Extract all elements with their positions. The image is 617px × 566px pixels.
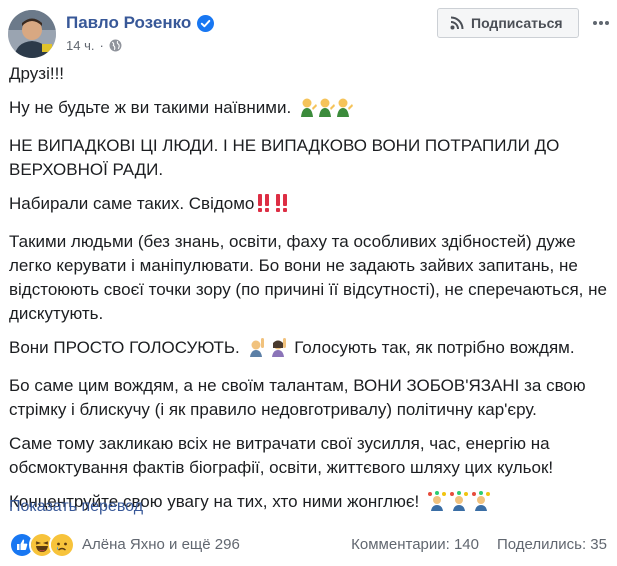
comments-count[interactable]: Комментарии: 140 <box>351 536 479 553</box>
man-tipping-hand-emoji-icon <box>299 97 353 124</box>
paragraph-text: Набирали саме таких. Свідомо <box>9 194 255 213</box>
post-paragraph: Ну не будьте ж ви такими наївними. <box>9 96 609 124</box>
subscribe-label: Подписаться <box>471 15 563 31</box>
more-dots-icon[interactable] <box>590 12 612 34</box>
author-name[interactable]: Павло Розенко <box>66 13 191 33</box>
juggling-emoji-icon <box>427 491 491 518</box>
raising-hand-emoji-icon <box>247 337 289 364</box>
timestamp[interactable]: 14 ч. <box>66 38 94 53</box>
globe-icon[interactable] <box>109 39 122 52</box>
author-row: Павло Розенко <box>66 12 215 34</box>
sad-icon <box>49 532 75 558</box>
rss-icon <box>450 16 464 30</box>
post-paragraph: Вони ПРОСТО ГОЛОСУЮТЬ. Голосують так, як… <box>9 336 609 364</box>
meta-separator: · <box>99 38 104 53</box>
paragraph-text: Голосують так, як потрібно вождям. <box>294 338 575 357</box>
post-paragraph: Набирали саме таких. Свідомо <box>9 192 609 220</box>
reactions-summary[interactable]: Алёна Яхно и ещё 296 <box>82 536 240 553</box>
post-stats: Комментарии: 140 Поделились: 35 <box>351 536 607 553</box>
post-paragraph: Друзі!!! <box>9 64 65 83</box>
double-exclamation-emoji-icon <box>257 193 291 220</box>
post-paragraph: НЕ ВИПАДКОВІ ЦІ ЛЮДИ. І НЕ ВИПАДКОВО ВОН… <box>9 136 560 179</box>
post-footer: Алёна Яхно и ещё 296 Комментарии: 140 По… <box>0 530 617 560</box>
verified-badge-icon <box>197 14 215 32</box>
post-body: Друзі!!! Ну не будьте ж ви такими наївни… <box>9 62 609 528</box>
paragraph-text: Ну не будьте ж ви такими наївними. <box>9 98 292 117</box>
reaction-icons[interactable] <box>9 532 75 558</box>
show-translation-link[interactable]: Показать перевод <box>9 498 143 516</box>
post-header: Павло Розенко 14 ч. · Подписаться <box>0 0 617 60</box>
avatar[interactable] <box>8 10 56 58</box>
subscribe-button[interactable]: Подписаться <box>437 8 579 38</box>
shares-count[interactable]: Поделились: 35 <box>497 536 607 553</box>
post-meta: 14 ч. · <box>66 38 122 53</box>
post-paragraph: Саме тому закликаю всіх не витрачати сво… <box>9 434 554 477</box>
post-paragraph: Бо саме цим вождям, а не своїм талантам,… <box>9 376 586 419</box>
post-paragraph: Такими людьми (без знань, освіти, фаху т… <box>9 232 607 323</box>
paragraph-text: Вони ПРОСТО ГОЛОСУЮТЬ. <box>9 338 240 357</box>
